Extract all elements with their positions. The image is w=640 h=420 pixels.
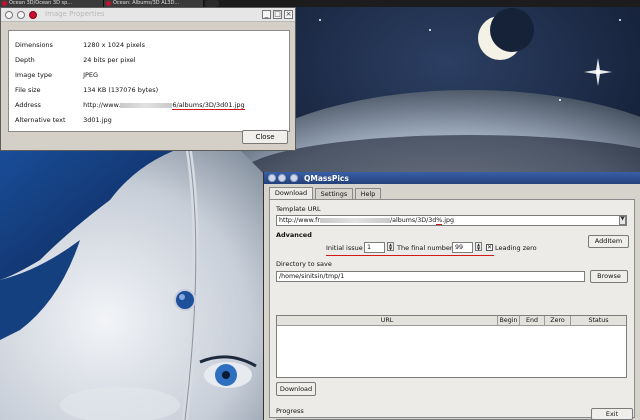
taskbar-button-2[interactable]: Ocean: Albums/3D AL3D... bbox=[104, 0, 204, 7]
url-dropdown-arrow[interactable]: ▼ bbox=[619, 216, 626, 225]
browser-icon bbox=[2, 1, 7, 6]
property-key: File size bbox=[15, 86, 41, 94]
property-row: Dimensions 1280 x 1024 pixels bbox=[15, 41, 145, 49]
column-header-zero[interactable]: Zero bbox=[545, 316, 571, 326]
browser-icon bbox=[106, 1, 111, 6]
exit-button[interactable]: Exit bbox=[591, 408, 633, 420]
column-header-begin[interactable]: Begin bbox=[498, 316, 520, 326]
property-key: Address bbox=[15, 101, 41, 109]
address-value-prefix: http://www. bbox=[83, 101, 121, 109]
property-key: Image type bbox=[15, 71, 52, 79]
blurred-address bbox=[120, 102, 173, 108]
taskbar-extra-button[interactable] bbox=[205, 0, 219, 7]
download-panel: Template URL http://www.fr/albums/3D/3d%… bbox=[269, 199, 635, 420]
window-menu-icon[interactable] bbox=[268, 174, 276, 182]
property-value: 3d01.jpg bbox=[83, 116, 112, 124]
property-key: Depth bbox=[15, 56, 35, 64]
final-number-input[interactable]: 99 bbox=[452, 242, 473, 253]
property-row: Image type JPEG bbox=[15, 71, 98, 79]
template-url-label: Template URL bbox=[276, 205, 321, 213]
property-value: 24 bits per pixel bbox=[83, 56, 136, 64]
column-header-url[interactable]: URL bbox=[277, 316, 498, 326]
directory-input[interactable]: /home/sinitsin/tmp/1 bbox=[276, 271, 585, 282]
blurred-address bbox=[319, 217, 390, 223]
initial-issue-stepper[interactable]: ▲ ▼ bbox=[387, 242, 394, 251]
leading-zero-label: Leading zero bbox=[495, 244, 537, 252]
template-url-prefix: http://www.fr bbox=[279, 217, 320, 224]
taskbar-button-label: Ocean: Albums/3D AL3D... bbox=[113, 0, 180, 6]
leading-zero-checkbox[interactable]: ✕ bbox=[486, 244, 493, 251]
download-button[interactable]: Download bbox=[276, 382, 316, 396]
property-key: Dimensions bbox=[15, 41, 53, 49]
property-value: 134 KB (137076 bytes) bbox=[83, 86, 159, 94]
property-value: JPEG bbox=[83, 71, 99, 79]
qmasspics-window: QMassPics Download Settings Help Templat… bbox=[263, 172, 640, 420]
browse-button[interactable]: Browse bbox=[590, 270, 628, 283]
template-url-ext: .jpg bbox=[442, 217, 454, 224]
property-row: Depth 24 bits per pixel bbox=[15, 56, 136, 64]
initial-issue-input[interactable]: 1 bbox=[364, 242, 385, 253]
pin-icon[interactable] bbox=[278, 174, 286, 182]
image-properties-dialog: Image Properties _ □ × Dimensions 1280 x… bbox=[0, 7, 296, 151]
window-menu-icon[interactable] bbox=[5, 11, 13, 19]
template-url-input[interactable]: http://www.fr/albums/3D/3d%.jpg bbox=[276, 215, 627, 226]
pin-icon[interactable] bbox=[17, 11, 25, 19]
property-value: 1280 x 1024 pixels bbox=[83, 41, 145, 49]
column-header-end[interactable]: End bbox=[520, 316, 545, 326]
address-value-suffix: 6/albums/3D/3d01.jpg bbox=[172, 101, 245, 110]
column-header-status[interactable]: Status bbox=[571, 316, 626, 326]
property-key: Alternative text bbox=[15, 116, 66, 124]
dialog-titlebar[interactable]: Image Properties _ □ × bbox=[1, 8, 295, 22]
dialog-title: Image Properties bbox=[45, 10, 105, 18]
advanced-label: Advanced bbox=[276, 231, 312, 239]
properties-panel: Dimensions 1280 x 1024 pixels Depth 24 b… bbox=[8, 30, 290, 132]
taskbar: Ocean 3D/Ocean 3D sp... Ocean: Albums/3D… bbox=[0, 0, 640, 7]
app-icon bbox=[290, 174, 298, 182]
highlight-underline bbox=[326, 255, 494, 256]
property-row: Address http://www. 6/albums/3D/3d01.jpg bbox=[15, 101, 245, 110]
browser-icon bbox=[29, 11, 37, 19]
additem-button[interactable]: AddItem bbox=[588, 235, 629, 248]
tab-settings[interactable]: Settings bbox=[315, 188, 353, 199]
maximize-icon[interactable]: □ bbox=[273, 10, 282, 19]
property-row: File size 134 KB (137076 bytes) bbox=[15, 86, 158, 94]
download-table[interactable]: URL Begin End Zero Status bbox=[276, 315, 627, 378]
window-titlebar[interactable]: QMassPics bbox=[264, 172, 640, 184]
final-number-stepper[interactable]: ▲ ▼ bbox=[475, 242, 482, 251]
property-row: Alternative text 3d01.jpg bbox=[15, 116, 112, 124]
close-button[interactable]: Close bbox=[242, 130, 288, 144]
final-number-label: The final number bbox=[397, 244, 453, 252]
window-title: QMassPics bbox=[304, 174, 349, 183]
taskbar-button-label: Ocean 3D/Ocean 3D sp... bbox=[9, 0, 73, 6]
template-url-suffix: /albums/3D/3d bbox=[389, 217, 437, 224]
progress-label: Progress bbox=[276, 407, 304, 415]
tab-help[interactable]: Help bbox=[355, 188, 381, 199]
close-icon[interactable]: × bbox=[284, 10, 293, 19]
directory-label: Directory to save bbox=[276, 260, 332, 268]
minimize-icon[interactable]: _ bbox=[262, 10, 271, 19]
initial-issue-label: Initial issue bbox=[326, 244, 363, 252]
taskbar-button-1[interactable]: Ocean 3D/Ocean 3D sp... bbox=[0, 0, 104, 7]
